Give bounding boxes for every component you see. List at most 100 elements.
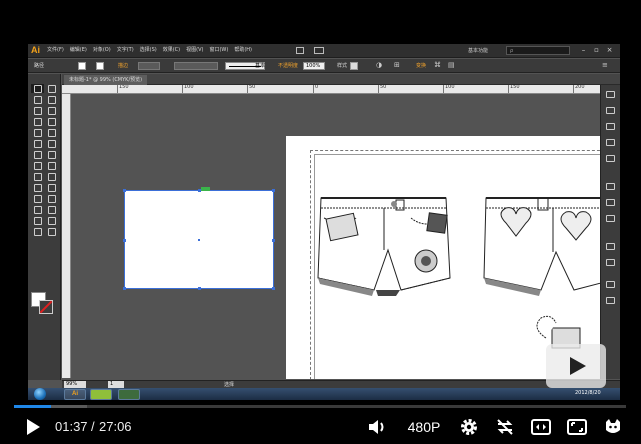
gradient-panel-icon [606,199,615,206]
column-graph-tool-icon [45,205,58,214]
volume-button[interactable] [364,410,392,444]
lasso-tool-icon [45,95,58,104]
big-play-button[interactable] [546,344,606,388]
selection-handle [123,189,126,192]
ruler-number: 150 [510,85,520,90]
menu-item-view: 视图(V) [186,47,204,53]
selection-tool-icon [31,84,44,93]
recolor-icon: ◑ [376,61,383,69]
blob-brush-tool-icon [31,139,44,148]
stroke-swatch [96,62,104,70]
taskbar-app-icon [118,389,140,400]
ai-menu: 文件(F) 编辑(E) 对象(O) 文字(T) 选择(S) 效果(C) 视图(V… [47,46,252,55]
time-separator: / [91,419,95,434]
volume-icon [369,420,384,434]
color-guide-panel-icon [606,107,615,114]
swatches-panel-icon [606,123,615,130]
menu-item-effect: 效果(C) [162,47,181,53]
selection-type: 路径 [34,63,45,69]
menu-item-select: 选择(S) [139,47,157,53]
play-button[interactable] [18,410,48,444]
mesh-tool-icon [31,183,44,192]
ruler-number: 0 [315,85,319,90]
stroke-panel-icon [606,183,615,190]
control-panel-menu-icon: ≡ [602,61,608,69]
menu-item-help: 帮助(H) [234,47,252,53]
transform-link: 变换 [416,63,427,69]
fullscreen-button[interactable] [563,410,591,444]
loop-button[interactable] [491,410,519,444]
slice-tool-icon [45,216,58,225]
ai-control-bar: 路径 描边 基本 不透明度 100% 样式 ◑ ⊞ 变换 ⌘ ▤ ≡ [28,59,620,73]
ruler-number: 50 [380,85,387,90]
selection-handle [272,239,275,242]
ruler-number: 200 [575,85,585,90]
free-transform-tool-icon [45,161,58,170]
player-controls: 01:37 / 27:06 480P [0,410,641,444]
artboard [286,136,600,379]
taskbar-illustrator: Ai [64,389,86,400]
cat-logo-icon [606,419,620,433]
ruler-number: 50 [249,85,256,90]
pen-tool-icon [31,106,44,115]
selection-handle [123,287,126,290]
variable-width-field [174,62,218,70]
magic-wand-tool-icon [31,95,44,104]
center-point [198,239,200,241]
tray-date: 2012/8/20 [575,390,601,396]
width-tool-icon [31,161,44,170]
search-field: ρ [506,46,570,55]
horizontal-ruler: 150 100 50 0 50 100 150 200 [62,85,600,94]
bridge-icon [296,47,304,54]
panel-menu-icon: ▤ [448,61,455,69]
selection-handle [272,189,275,192]
windows-start-icon [34,388,46,400]
menu-item-edit: 编辑(E) [69,47,87,53]
current-time: 01:37 [55,419,88,434]
illustrator-screen: Ai 文件(F) 编辑(E) 对象(O) 文字(T) 选择(S) 效果(C) 视… [28,44,620,400]
selection-handle [198,287,201,290]
selection-handle [123,239,126,242]
close-icon: × [606,46,613,54]
tool-grid [31,84,58,236]
ruler-number: 100 [445,85,455,90]
logo-button[interactable] [599,410,627,444]
symbols-panel-icon [606,155,615,162]
stroke-color-box [39,300,53,314]
panel-dock [600,85,620,379]
widescreen-button[interactable] [527,410,555,444]
workspace-switcher: 基本功能 [468,48,489,54]
perspective-grid-tool-icon [45,172,58,181]
ai-status-bar: 99% 1 选择 [62,380,620,388]
paintbrush-tool-icon [31,128,44,137]
selection-handle [272,287,275,290]
artboards-panel-icon [606,297,615,304]
rectangle-tool-icon [45,117,58,126]
ruler-number: 150 [119,85,129,90]
gradient-tool-icon [45,183,58,192]
windows-taskbar: Ai 2012/8/20 [28,388,620,400]
quality-label: 480P [407,419,441,435]
widescreen-icon [531,419,551,435]
eyedropper-tool-icon [31,194,44,203]
settings-button[interactable] [455,410,483,444]
gear-icon [461,419,477,435]
brush-preset: 基本 [255,63,266,69]
rotate-tool-icon [31,150,44,159]
fill-swatch [78,62,86,70]
zoom-field: 99% [64,381,86,388]
quality-button[interactable]: 480P [402,410,446,444]
tools-panel [28,74,61,380]
minimize-icon: – [581,46,586,54]
fullscreen-icon [567,419,587,435]
document-tabbar: 未标题-1* @ 99% (CMYK/预览) [62,74,620,85]
style-swatch [350,62,358,70]
progress-played [14,405,51,408]
transparency-panel-icon [606,215,615,222]
hand-tool-icon [31,227,44,236]
menu-item-window: 窗口(W) [209,47,229,53]
video-frame[interactable]: Ai 文件(F) 编辑(E) 对象(O) 文字(T) 选择(S) 效果(C) 视… [0,0,641,400]
loop-icon [497,419,513,435]
progress-bar[interactable] [14,405,626,408]
stroke-weight-link: 描边 [118,63,129,69]
